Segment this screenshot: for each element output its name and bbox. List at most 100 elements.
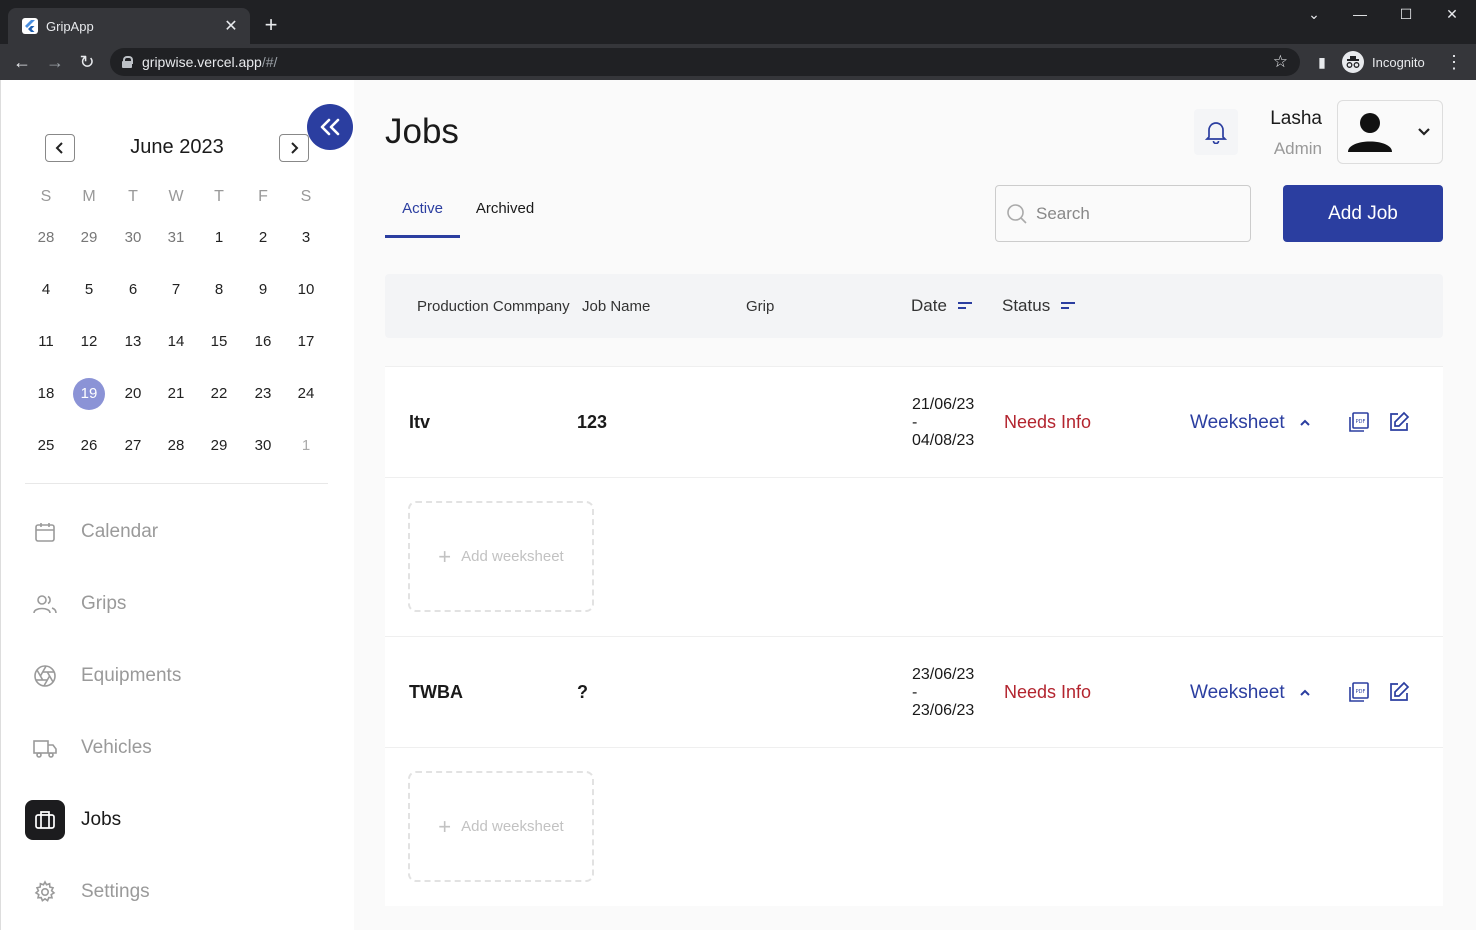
calendar-day[interactable]: 1 xyxy=(290,430,322,462)
calendar-day[interactable]: 16 xyxy=(247,326,279,358)
user-menu-button[interactable] xyxy=(1337,100,1443,164)
calendar-day[interactable]: 10 xyxy=(290,274,322,306)
sidebar-item-jobs[interactable]: Jobs xyxy=(25,800,325,840)
next-month-button[interactable] xyxy=(279,134,309,162)
calendar-day[interactable]: 6 xyxy=(117,274,149,306)
column-date[interactable]: Date xyxy=(911,296,973,316)
incognito-icon xyxy=(1342,51,1364,73)
incognito-profile[interactable]: Incognito xyxy=(1342,48,1425,76)
edit-icon[interactable] xyxy=(1388,411,1410,433)
sidebar-item-grips[interactable]: Grips xyxy=(25,584,325,624)
add-job-button[interactable]: Add Job xyxy=(1283,185,1443,242)
calendar-day[interactable]: 25 xyxy=(30,430,62,462)
add-weeksheet-button[interactable]: + Add weeksheet xyxy=(408,771,594,882)
maximize-icon[interactable]: ☐ xyxy=(1391,6,1421,26)
lock-icon xyxy=(122,56,133,68)
table-row[interactable]: TWBA ? 23/06/23 - 23/06/23 Needs Info We… xyxy=(385,636,1443,748)
calendar-day[interactable]: 11 xyxy=(30,326,62,358)
calendar-day[interactable]: 28 xyxy=(30,222,62,254)
status-badge: Needs Info xyxy=(1004,412,1092,432)
pdf-icon[interactable]: PDF xyxy=(1348,411,1370,433)
double-chevron-left-icon xyxy=(320,118,340,136)
chevron-down-icon xyxy=(1418,128,1430,136)
weekday-label: S xyxy=(300,188,312,205)
calendar-day[interactable]: 4 xyxy=(30,274,62,306)
calendar-day[interactable]: 15 xyxy=(203,326,235,358)
row-date-end: 23/06/23 xyxy=(912,702,975,719)
calendar-day[interactable]: 20 xyxy=(117,378,149,410)
calendar-day[interactable]: 13 xyxy=(117,326,149,358)
sidebar-item-equipments[interactable]: Equipments xyxy=(25,656,325,696)
column-status[interactable]: Status xyxy=(1002,296,1076,316)
chevron-up-icon xyxy=(1299,419,1310,426)
calendar-day[interactable]: 30 xyxy=(247,430,279,462)
tab-search-icon[interactable]: ⌄ xyxy=(1299,6,1329,26)
svg-text:PDF: PDF xyxy=(1356,419,1366,425)
sidebar-item-label: Jobs xyxy=(81,809,122,830)
row-date: 21/06/23 - 04/08/23 xyxy=(912,396,974,450)
sidebar-item-settings[interactable]: Settings xyxy=(25,872,325,912)
calendar-day[interactable]: 17 xyxy=(290,326,322,358)
chevron-right-icon xyxy=(291,142,299,154)
notifications-button[interactable] xyxy=(1194,109,1238,155)
new-tab-icon[interactable]: + xyxy=(260,14,282,36)
calendar-day[interactable]: 29 xyxy=(73,222,105,254)
weeksheet-toggle[interactable]: Weeksheet xyxy=(1190,682,1311,704)
calendar-day[interactable]: 23 xyxy=(247,378,279,410)
calendar-day[interactable]: 5 xyxy=(73,274,105,306)
column-job-name: Job Name xyxy=(582,298,651,315)
calendar-day[interactable]: 31 xyxy=(160,222,192,254)
calendar-day[interactable]: 21 xyxy=(160,378,192,410)
calendar-day[interactable]: 12 xyxy=(73,326,105,358)
sidebar-item-label: Calendar xyxy=(81,521,159,542)
gear-icon xyxy=(25,872,65,912)
bookmark-star-icon[interactable]: ☆ xyxy=(1273,52,1288,72)
pdf-icon[interactable]: PDF xyxy=(1348,681,1370,703)
address-bar[interactable]: gripwise.vercel.app /#/ ☆ xyxy=(110,48,1300,76)
sidebar-item-calendar[interactable]: Calendar xyxy=(25,512,325,552)
weeksheet-toggle[interactable]: Weeksheet xyxy=(1190,412,1311,434)
close-tab-icon[interactable]: ✕ xyxy=(222,16,240,36)
side-panel-icon[interactable]: ▮ xyxy=(1311,51,1333,73)
close-window-icon[interactable]: ✕ xyxy=(1437,6,1467,26)
calendar-day[interactable]: 7 xyxy=(160,274,192,306)
search-input[interactable]: Search xyxy=(995,185,1251,242)
minimize-icon[interactable]: — xyxy=(1345,6,1375,26)
calendar-day[interactable]: 26 xyxy=(73,430,105,462)
prev-month-button[interactable] xyxy=(45,134,75,162)
sort-icon[interactable] xyxy=(1060,300,1076,312)
tab-active[interactable]: Active xyxy=(385,200,460,238)
reload-icon[interactable]: ↻ xyxy=(76,51,98,73)
calendar-day[interactable]: 30 xyxy=(117,222,149,254)
calendar-day[interactable]: 3 xyxy=(290,222,322,254)
calendar-day[interactable]: 14 xyxy=(160,326,192,358)
plus-icon: + xyxy=(438,543,452,569)
column-status-label: Status xyxy=(1002,296,1051,315)
calendar-day[interactable]: 9 xyxy=(247,274,279,306)
calendar-day[interactable]: 24 xyxy=(290,378,322,410)
calendar-day[interactable]: 8 xyxy=(203,274,235,306)
calendar-day[interactable]: 18 xyxy=(30,378,62,410)
row-date-start: 21/06/23 xyxy=(912,396,975,413)
sidebar-item-vehicles[interactable]: Vehicles xyxy=(25,728,325,768)
calendar-day[interactable]: 29 xyxy=(203,430,235,462)
calendar-day[interactable]: 2 xyxy=(247,222,279,254)
calendar-day[interactable]: 1 xyxy=(203,222,235,254)
calendar-day[interactable]: 19 xyxy=(73,378,105,410)
edit-icon[interactable] xyxy=(1388,681,1410,703)
add-weeksheet-button[interactable]: + Add weeksheet xyxy=(408,501,594,612)
calendar-day[interactable]: 27 xyxy=(117,430,149,462)
incognito-label: Incognito xyxy=(1372,54,1425,70)
table-row[interactable]: Itv 123 21/06/23 - 04/08/23 Needs Info W… xyxy=(385,366,1443,478)
collapse-sidebar-button[interactable] xyxy=(307,104,353,150)
browser-tab[interactable]: GripApp ✕ xyxy=(8,8,250,44)
calendar-day[interactable]: 22 xyxy=(203,378,235,410)
sort-icon[interactable] xyxy=(957,300,973,312)
tab-archived[interactable]: Archived xyxy=(465,200,545,238)
calendar-day[interactable]: 28 xyxy=(160,430,192,462)
browser-menu-icon[interactable]: ⋮ xyxy=(1443,51,1465,73)
forward-icon[interactable]: → xyxy=(44,51,66,73)
back-icon[interactable]: ← xyxy=(11,51,33,73)
row-company: Itv xyxy=(409,412,431,432)
briefcase-icon xyxy=(25,800,65,840)
